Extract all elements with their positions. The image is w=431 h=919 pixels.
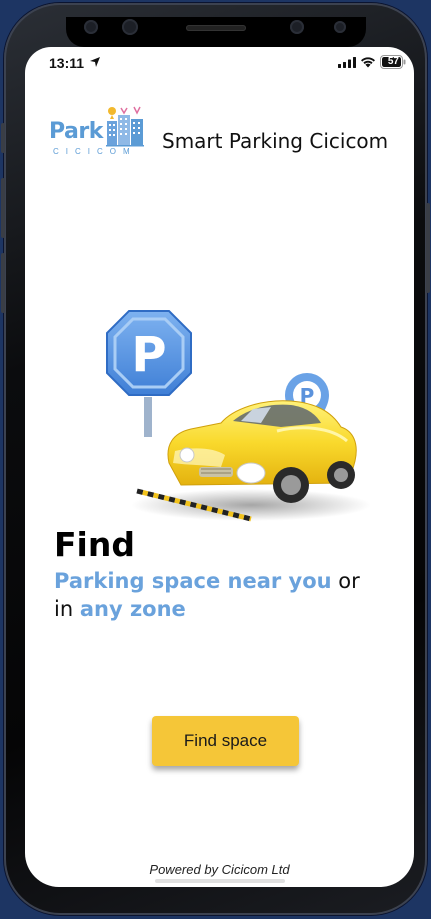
city-skyline-icon [106, 106, 144, 147]
app-screen: 13:11 57 Park CICICOM Smart Parking Cici… [25, 47, 414, 887]
find-space-button[interactable]: Find space [152, 716, 299, 766]
tagline-line-1: Parking space near you or [54, 569, 360, 593]
ambient-sensor [334, 21, 346, 33]
volume-down-button [1, 253, 5, 313]
yellow-car-icon [167, 400, 357, 503]
tagline-line-2: in any zone [54, 597, 186, 621]
tagline-in: in [54, 597, 80, 621]
tagline-accent-parking-space: Parking space near you [54, 569, 332, 593]
cellular-signal-icon [338, 57, 356, 68]
sensor-dot [84, 20, 98, 34]
headline-find: Find [54, 525, 135, 564]
logo-subtext: CICICOM [53, 147, 137, 156]
tagline-accent-any-zone: any zone [79, 597, 186, 621]
proximity-sensor [290, 20, 304, 34]
status-time: 13:11 [49, 55, 85, 71]
parking-car-illustration: P P [106, 310, 371, 522]
location-arrow-icon [90, 57, 100, 67]
phone-frame: 13:11 57 Park CICICOM Smart Parking Cici… [1, 3, 430, 915]
parking-sign-icon: P [106, 310, 192, 437]
logo-wordmark: Park [49, 119, 103, 144]
power-button [426, 203, 430, 293]
front-camera [122, 19, 138, 35]
app-title: Smart Parking Cicicom [162, 129, 389, 153]
park-cicicom-logo: Park CICICOM [49, 105, 147, 161]
home-indicator[interactable] [154, 879, 285, 883]
battery-percentage: 57 [387, 56, 399, 67]
volume-up-button [1, 178, 5, 238]
mute-switch [1, 123, 5, 153]
earpiece-speaker [185, 25, 246, 31]
powered-by-footer: Powered by Cicicom Ltd [149, 862, 290, 877]
status-bar: 13:11 57 [25, 47, 414, 77]
tagline-or: or [331, 569, 360, 593]
notch [65, 17, 366, 47]
wifi-icon [361, 57, 375, 68]
svg-text:P: P [131, 327, 166, 383]
